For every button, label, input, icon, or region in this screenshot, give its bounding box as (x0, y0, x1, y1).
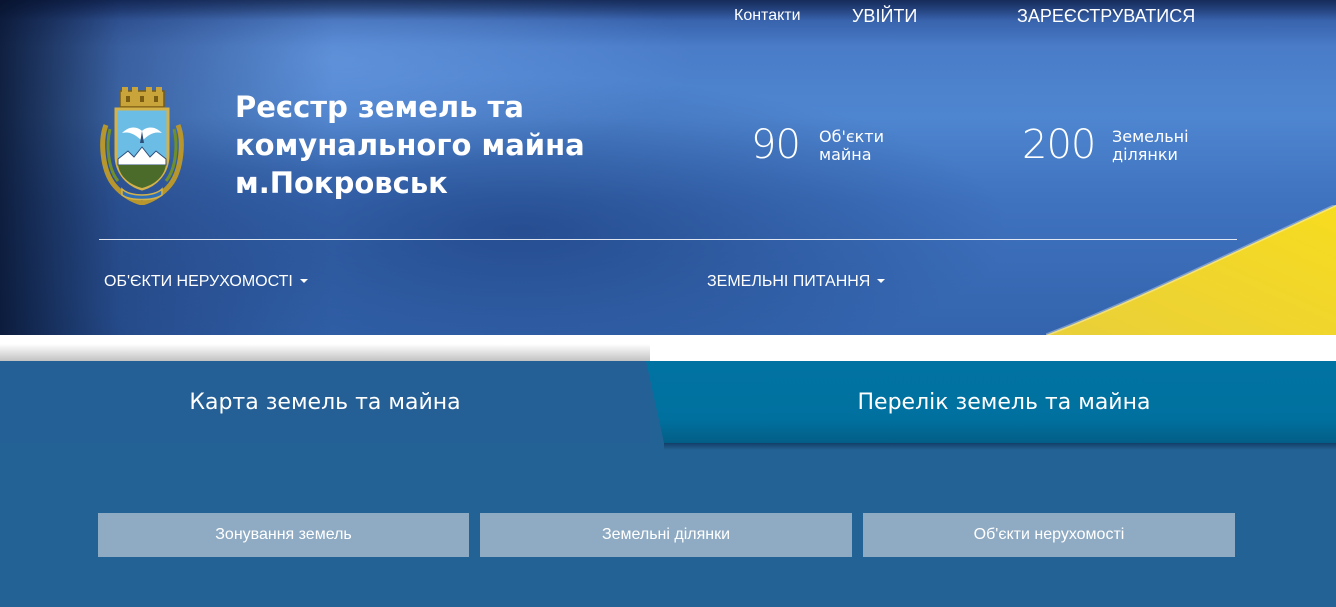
tab-map[interactable]: Карта земель та майна (0, 361, 650, 443)
land-issues-dropdown[interactable]: ЗЕМЕЛЬНІ ПИТАННЯ (707, 273, 886, 291)
button-label: Зонування земель (215, 526, 352, 543)
hero-header: Контакти УВІЙТИ ЗАРЕЄСТРУВАТИСЯ Реєстр з… (0, 0, 1336, 335)
land-plots-label: Земельні ділянки (1112, 128, 1189, 164)
stat-label-line: Земельні (1112, 127, 1189, 146)
login-link[interactable]: УВІЙТИ (852, 6, 917, 26)
contacts-link[interactable]: Контакти (734, 6, 801, 26)
dropdown-label: ЗЕМЕЛЬНІ ПИТАННЯ (707, 273, 871, 290)
land-plots-button[interactable]: Земельні ділянки (480, 513, 852, 557)
land-zoning-button[interactable]: Зонування земель (98, 513, 469, 557)
flag-yellow-stripe (1046, 205, 1336, 335)
site-title: Реєстр земель та комунального майна м.По… (235, 88, 655, 202)
button-label: Об'єкти нерухомості (973, 526, 1125, 543)
tab-list[interactable]: Перелік земель та майна (646, 361, 1336, 443)
site-title-line: Реєстр земель та (235, 90, 524, 124)
tab-shadow (664, 443, 1336, 450)
pokrovsk-coat-of-arms-icon[interactable] (100, 85, 184, 205)
caret-down-icon (299, 279, 308, 283)
header-divider (99, 239, 1237, 240)
stat-label-line: ділянки (1112, 145, 1178, 164)
site-title-line: комунального майна (235, 128, 585, 162)
separator-shadow (0, 344, 650, 361)
caret-down-icon (877, 279, 886, 283)
property-objects-count: 90 (751, 122, 801, 168)
register-link[interactable]: ЗАРЕЄСТРУВАТИСЯ (1017, 6, 1195, 26)
dropdown-label: ОБ'ЄКТИ НЕРУХОМОСТІ (104, 273, 293, 290)
tab-label: Перелік земель та майна (857, 389, 1151, 415)
button-label: Земельні ділянки (601, 526, 731, 543)
stat-label-line: майна (819, 145, 872, 164)
land-plots-count: 200 (1022, 122, 1096, 168)
tab-label: Карта земель та майна (189, 389, 461, 415)
stat-label-line: Об'єкти (819, 127, 885, 146)
real-estate-objects-button[interactable]: Об'єкти нерухомості (863, 513, 1235, 557)
property-objects-label: Об'єкти майна (819, 128, 884, 164)
site-title-line: м.Покровськ (235, 166, 448, 200)
real-estate-objects-dropdown[interactable]: ОБ'ЄКТИ НЕРУХОМОСТІ (104, 273, 308, 291)
